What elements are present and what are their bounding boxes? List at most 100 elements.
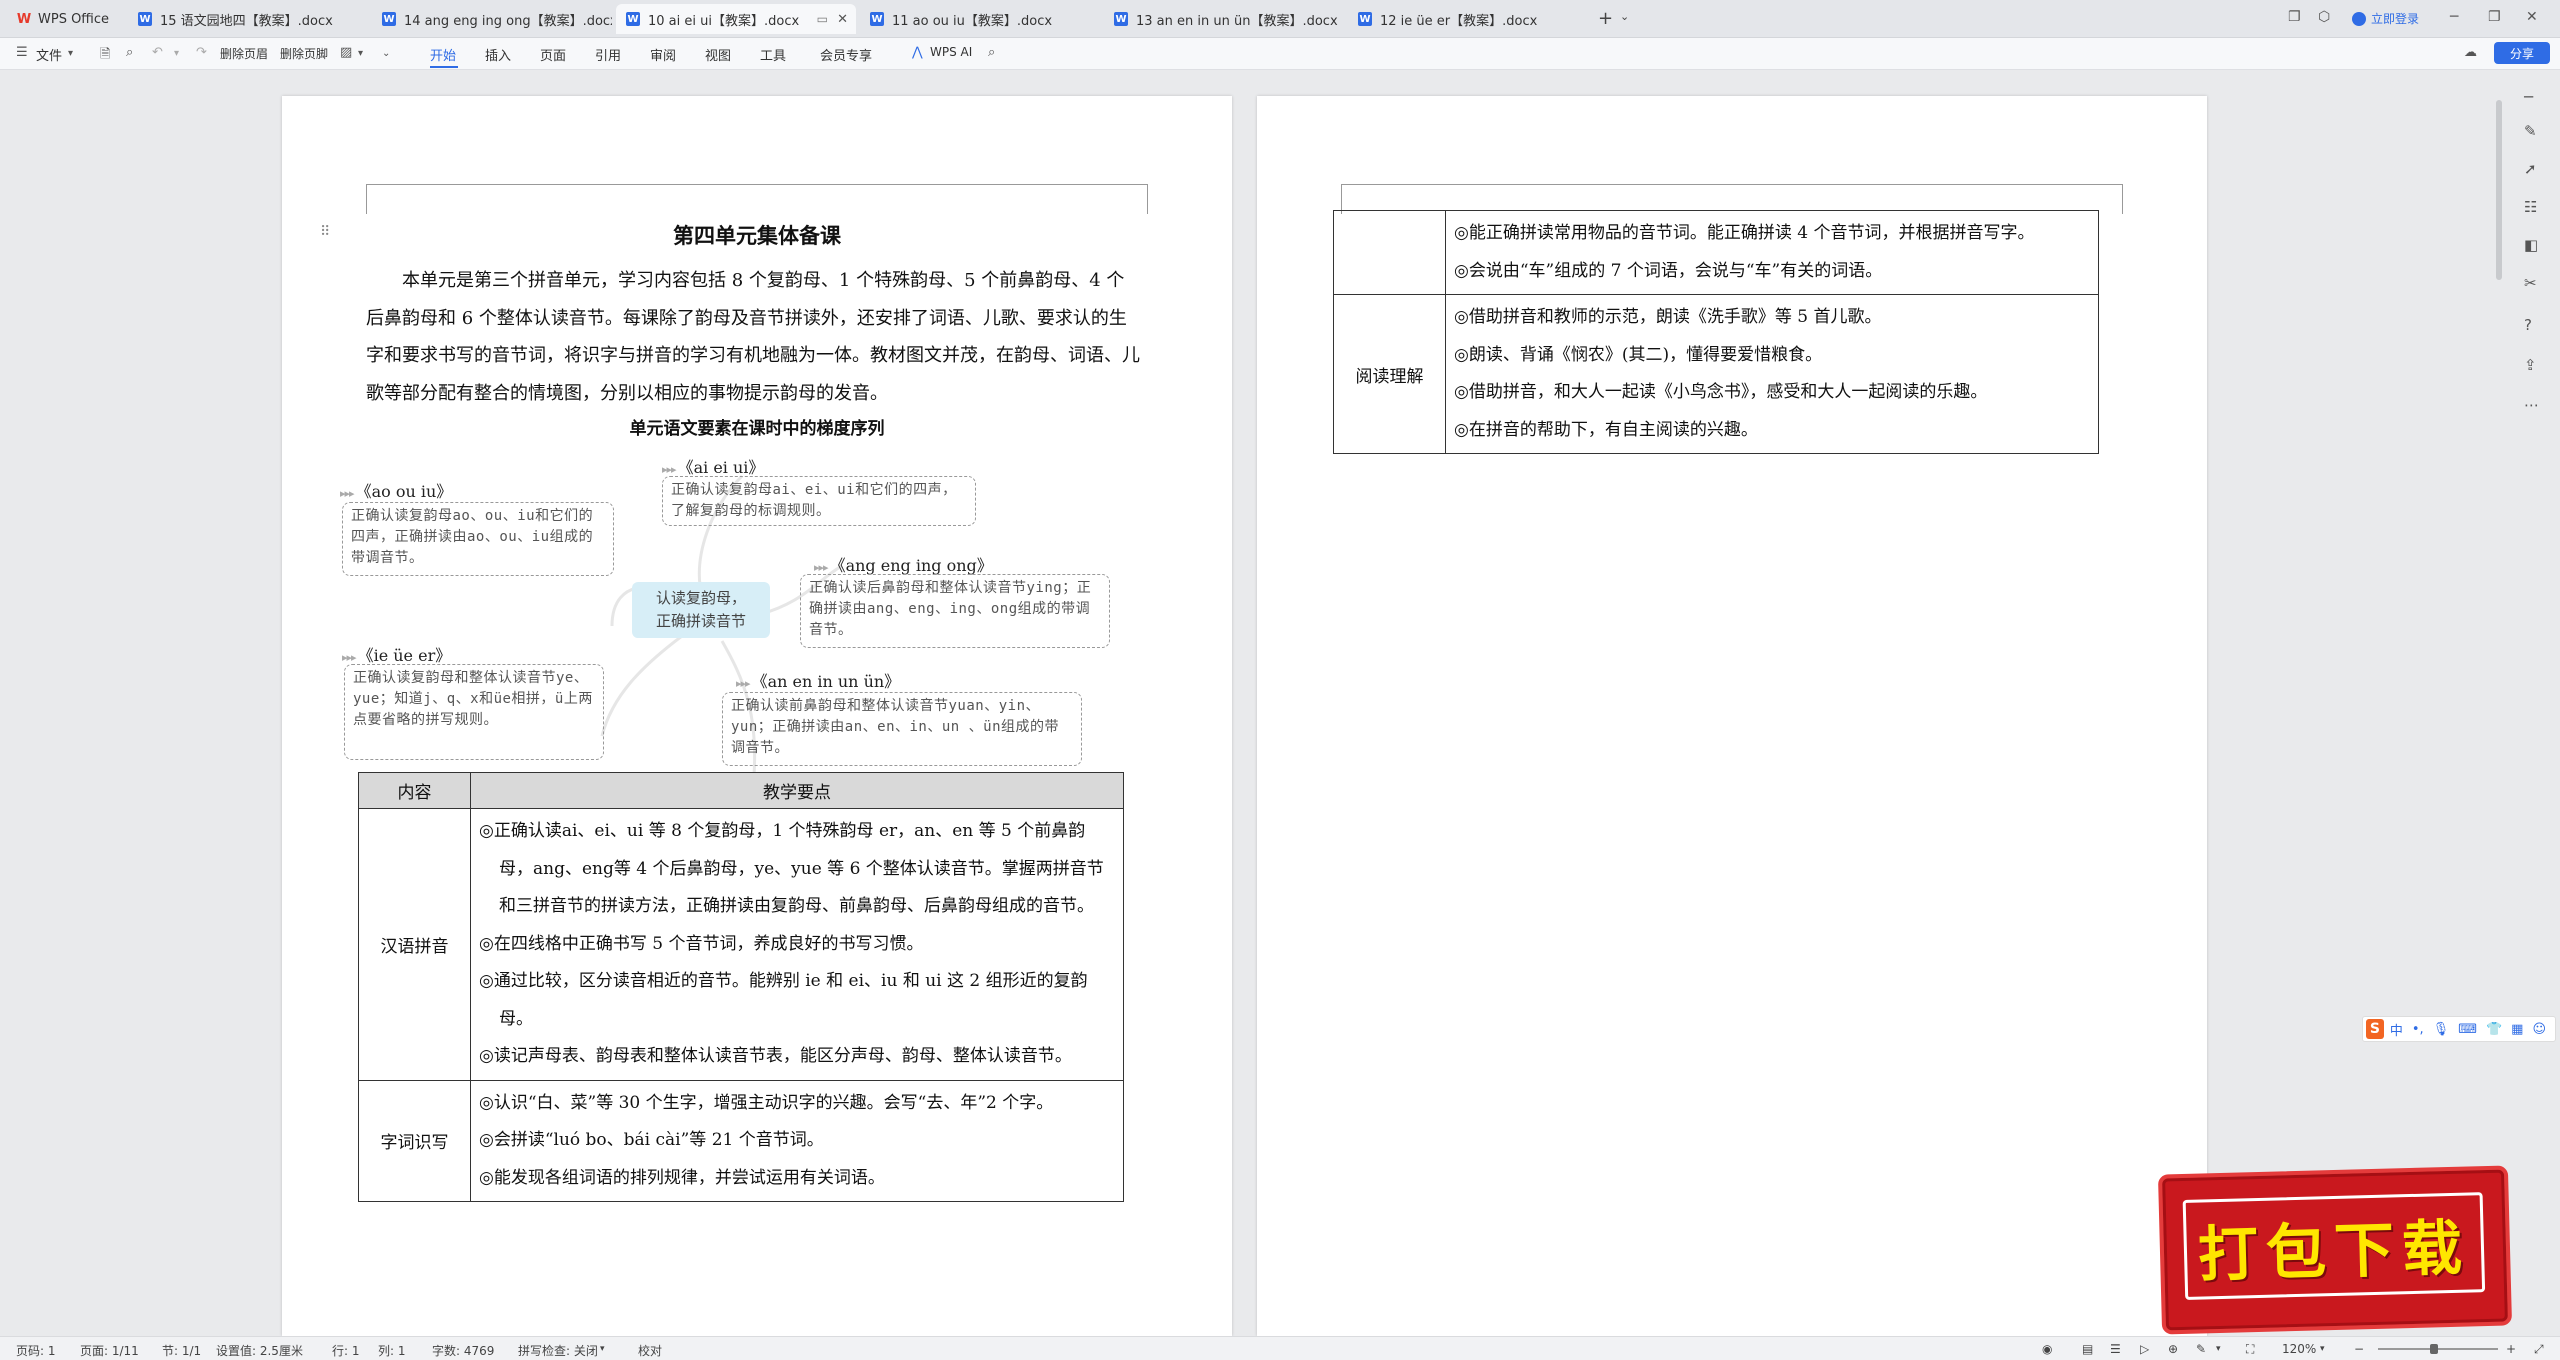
list-item: ◎借助拼音，和大人一起读《小鸟念书》，感受和大人一起阅读的乐趣。: [1454, 382, 1988, 402]
cube-icon[interactable]: ⬡: [2318, 9, 2330, 25]
more-options-icon[interactable]: ⋯: [2524, 396, 2539, 414]
row-category: 汉语拼音: [358, 808, 471, 1081]
new-tab-plus-icon[interactable]: +: [1598, 8, 1613, 29]
file-menu[interactable]: 文件: [36, 45, 62, 64]
fullscreen-icon[interactable]: ⤢: [2534, 1342, 2544, 1357]
share-button[interactable]: 分享: [2494, 42, 2550, 64]
status-word-count[interactable]: 字数: 4769: [432, 1342, 494, 1359]
mindmap-node-box: 正确认读复韵母ao、ou、iu和它们的四声，正确拼读由ao、ou、iu组成的带调…: [342, 502, 614, 576]
vertical-scrollbar[interactable]: [2496, 100, 2502, 280]
input-method-toolbar[interactable]: S 中 •, 🎙 ⌨ 👕 ▦ ☺: [2362, 1016, 2556, 1042]
status-page-number[interactable]: 页码: 1: [16, 1342, 56, 1359]
tools-icon[interactable]: ✂: [2524, 274, 2537, 292]
share-panel-icon[interactable]: ⇪: [2524, 356, 2537, 374]
punctuation-icon[interactable]: •,: [2412, 1022, 2424, 1037]
outline-view-icon[interactable]: ☰: [2110, 1342, 2121, 1356]
menu-page[interactable]: 页面: [540, 45, 566, 64]
page-view-icon[interactable]: ▤: [2082, 1342, 2093, 1356]
tab-wps-home[interactable]: W WPS Office: [6, 4, 124, 34]
document-page-2[interactable]: ◎能正确拼读常用物品的音节词。能正确拼读 4 个音节词，并根据拼音写字。 ◎会说…: [1257, 96, 2207, 1336]
chevron-down-icon[interactable]: ▾: [2216, 1344, 2221, 1354]
border-icon[interactable]: ▨: [340, 45, 352, 60]
zoom-slider-track[interactable]: [2378, 1348, 2498, 1350]
delete-footer-button[interactable]: 删除页脚: [280, 45, 328, 62]
cloud-sync-icon[interactable]: ☁: [2464, 45, 2477, 60]
minimize-icon[interactable]: ─: [2450, 9, 2458, 25]
list-item: ◎正确认读ai、ei、ui 等 8 个复韵母，1 个特殊韵母 er，an、en …: [479, 821, 1104, 916]
cursor-select-icon[interactable]: ➚: [2524, 160, 2537, 178]
microphone-icon[interactable]: 🎙: [2433, 1022, 2450, 1037]
menu-review[interactable]: 审阅: [650, 45, 676, 64]
chevron-down-icon[interactable]: ▾: [358, 48, 363, 59]
tab-doc-12[interactable]: W 12 ie üe er【教案】.docx: [1348, 4, 1588, 34]
menu-references[interactable]: 引用: [595, 45, 621, 64]
tab-bar: W WPS Office W 15 语文园地四【教案】.docx W 14 an…: [0, 0, 2560, 38]
tab-doc-13[interactable]: W 13 an en in un ün【教案】.docx: [1104, 4, 1344, 34]
status-proof[interactable]: 校对: [638, 1342, 662, 1359]
undo-icon[interactable]: ↶: [152, 45, 163, 60]
maximize-icon[interactable]: ❐: [2488, 9, 2501, 25]
tab-label: WPS Office: [38, 11, 110, 27]
web-view-icon[interactable]: ⊕: [2168, 1342, 2178, 1356]
hamburger-menu-icon[interactable]: ☰: [16, 45, 28, 60]
menu-home[interactable]: 开始: [430, 45, 456, 64]
more-chevron-icon[interactable]: ⌄: [382, 48, 390, 59]
chevron-down-icon[interactable]: ▾: [2320, 1344, 2325, 1354]
list-item: ◎在拼音的帮助下，有自主阅读的兴趣。: [1454, 419, 1758, 440]
tab-doc-11[interactable]: W 11 ao ou iu【教案】.docx: [860, 4, 1100, 34]
edit-pen-icon[interactable]: ✎: [2524, 122, 2537, 140]
toolbox-icon[interactable]: ▦: [2511, 1022, 2523, 1037]
document-page-1[interactable]: ⠿ 第四单元集体备课 本单元是第三个拼音单元，学习内容包括 8 个复韵母、1 个…: [282, 96, 1232, 1336]
tab-doc-10-active[interactable]: W 10 ai ei ui【教案】.docx ▭ ✕: [616, 4, 856, 34]
keyboard-icon[interactable]: ⌨: [2458, 1022, 2477, 1037]
close-window-icon[interactable]: ✕: [2526, 9, 2538, 25]
search-icon[interactable]: ⌕: [988, 45, 995, 60]
skin-icon[interactable]: 👕: [2486, 1022, 2502, 1037]
tab-doc-14[interactable]: W 14 ang eng ing ong【教案】.docx: [372, 4, 612, 34]
fit-width-icon[interactable]: ⛶: [2246, 1342, 2254, 1357]
delete-header-button[interactable]: 删除页眉: [220, 45, 268, 62]
close-tab-icon[interactable]: ✕: [837, 12, 848, 27]
zoom-slider-knob[interactable]: [2430, 1344, 2438, 1354]
status-section[interactable]: 节: 1/1: [162, 1342, 201, 1359]
zoom-out-icon[interactable]: −: [2354, 1342, 2364, 1356]
tab-doc-15[interactable]: W 15 语文园地四【教案】.docx: [128, 4, 368, 34]
save-icon[interactable]: 🗎: [100, 45, 110, 67]
window-layout-icon[interactable]: ❐: [2288, 9, 2301, 25]
menu-insert[interactable]: 插入: [485, 45, 511, 64]
chevron-down-icon[interactable]: ⌄: [1620, 10, 1629, 23]
menu-view[interactable]: 视图: [705, 45, 731, 64]
zoom-in-icon[interactable]: +: [2506, 1342, 2516, 1356]
search-doc-icon[interactable]: ⌕: [126, 45, 133, 60]
download-promo-badge[interactable]: 打包下载: [2157, 1165, 2513, 1335]
menu-tools[interactable]: 工具: [760, 45, 786, 64]
zoom-level[interactable]: 120%: [2282, 1342, 2316, 1356]
shape-icon[interactable]: ◧: [2524, 236, 2538, 254]
status-page-of[interactable]: 页面: 1/11: [80, 1342, 139, 1359]
pen-icon[interactable]: ✎: [2196, 1342, 2206, 1356]
menu-member[interactable]: 会员专享: [820, 45, 872, 64]
chevron-down-icon[interactable]: ▾: [174, 48, 179, 59]
ime-mode-label[interactable]: 中: [2390, 1020, 2403, 1039]
collapse-panel-icon[interactable]: ─: [2524, 88, 2533, 106]
chevron-down-icon[interactable]: ▾: [68, 48, 73, 59]
avatar-icon[interactable]: ☺: [2532, 1022, 2546, 1037]
status-row[interactable]: 行: 1: [332, 1342, 360, 1359]
play-icon[interactable]: ▷: [2140, 1342, 2149, 1356]
list-item: ◎会说由“车”组成的 7 个词语，会说与“车”有关的词语。: [1454, 260, 1883, 281]
help-icon[interactable]: ?: [2524, 316, 2532, 334]
login-button[interactable]: 立即登录: [2352, 10, 2419, 27]
teaching-points-table-continued: ◎能正确拼读常用物品的音节词。能正确拼读 4 个音节词，并根据拼音写字。 ◎会说…: [1333, 210, 2099, 454]
monitor-icon[interactable]: ▭: [817, 12, 828, 26]
redo-icon[interactable]: ↷: [196, 45, 207, 60]
chevron-down-icon[interactable]: ▾: [600, 1344, 605, 1354]
node-title-text: 《an en in un ün》: [751, 672, 901, 691]
adjust-sliders-icon[interactable]: ☷: [2524, 198, 2537, 216]
word-doc-icon: W: [1358, 12, 1372, 26]
status-spellcheck[interactable]: 拼写检查: 关闭: [518, 1342, 598, 1359]
status-setting[interactable]: 设置值: 2.5厘米: [216, 1342, 303, 1359]
wps-ai-button[interactable]: WPS AI: [930, 45, 972, 59]
teaching-points-table: 内容 教学要点 汉语拼音 ◎正确认读ai、ei、ui 等 8 个复韵母，1 个特…: [358, 772, 1124, 1202]
eye-protection-icon[interactable]: ◉: [2042, 1342, 2052, 1356]
status-col[interactable]: 列: 1: [378, 1342, 406, 1359]
